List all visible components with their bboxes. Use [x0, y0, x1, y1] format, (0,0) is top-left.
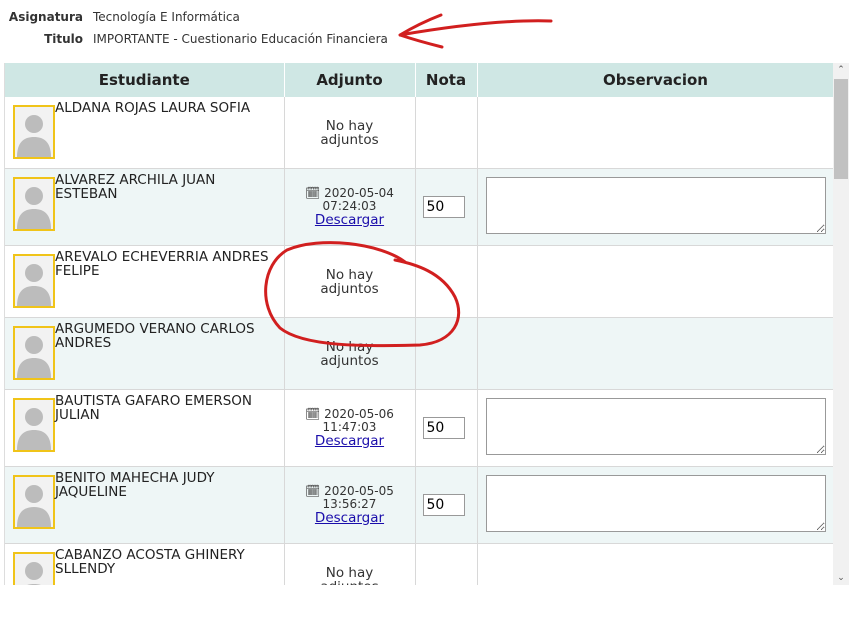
- download-link[interactable]: Descargar: [315, 212, 384, 228]
- observacion-cell: [477, 317, 834, 390]
- nota-cell: [415, 317, 478, 390]
- student-name: BENITO MAHECHA JUDY JAQUELINE: [55, 470, 215, 500]
- scroll-thumb[interactable]: [834, 79, 848, 179]
- grades-table-container[interactable]: Estudiante Adjunto Nota Observacion ALDA…: [4, 63, 834, 585]
- scroll-down-icon[interactable]: ⌄: [837, 574, 845, 583]
- asignatura-value: Tecnología E Informática: [93, 10, 240, 24]
- user-avatar-icon: [13, 398, 55, 452]
- table-row: ALVAREZ ARCHILA JUAN ESTEBAN 🗓 2020-05-0…: [5, 168, 834, 246]
- student-cell: ALVAREZ ARCHILA JUAN ESTEBAN: [5, 169, 284, 245]
- download-link[interactable]: Descargar: [315, 510, 384, 526]
- student-cell: ALDANA ROJAS LAURA SOFIA: [5, 97, 284, 168]
- student-name: ARGUMEDO VERANO CARLOS ANDRES: [55, 321, 255, 351]
- student-cell: BENITO MAHECHA JUDY JAQUELINE: [5, 467, 284, 543]
- observacion-textarea[interactable]: [485, 474, 826, 532]
- calendar-icon: 🗓: [305, 407, 321, 421]
- user-avatar-icon: [13, 326, 55, 380]
- user-avatar-icon: [13, 475, 55, 529]
- attachment-date: 2020-05-04: [324, 186, 394, 200]
- student-cell: ARGUMEDO VERANO CARLOS ANDRES: [5, 318, 284, 389]
- header-adjunto[interactable]: Adjunto: [284, 63, 416, 97]
- student-cell: CABANZO ACOSTA GHINERY SLLENDY: [5, 544, 284, 585]
- observacion-cell: [477, 97, 834, 169]
- nota-input[interactable]: [422, 494, 465, 516]
- asignatura-label: Asignatura: [8, 10, 83, 24]
- nota-cell: [415, 97, 478, 169]
- student-cell: AREVALO ECHEVERRIA ANDRES FELIPE: [5, 246, 284, 317]
- table-row: ARGUMEDO VERANO CARLOS ANDRES No hay adj…: [5, 317, 834, 390]
- header-nota[interactable]: Nota: [415, 63, 478, 97]
- vertical-scrollbar[interactable]: ⌃ ⌄: [833, 63, 849, 585]
- nota-input[interactable]: [422, 196, 465, 218]
- titulo-row: Titulo IMPORTANTE - Cuestionario Educaci…: [0, 31, 388, 47]
- calendar-icon: 🗓: [305, 484, 321, 498]
- student-name: ALVAREZ ARCHILA JUAN ESTEBAN: [55, 172, 216, 202]
- titulo-value: IMPORTANTE - Cuestionario Educación Fina…: [93, 32, 388, 46]
- calendar-icon: 🗓: [305, 186, 321, 200]
- no-attachment-text: No hay adjuntos: [320, 117, 379, 148]
- table-row: CABANZO ACOSTA GHINERY SLLENDY No hay ad…: [5, 543, 834, 586]
- observacion-textarea[interactable]: [485, 176, 826, 234]
- nota-input[interactable]: [422, 417, 465, 439]
- attachment-date: 2020-05-05: [324, 484, 394, 498]
- no-attachment-text: No hay adjuntos: [320, 338, 379, 369]
- student-name: BAUTISTA GAFARO EMERSON JULIAN: [55, 393, 253, 423]
- user-avatar-icon: [13, 177, 55, 231]
- student-name: AREVALO ECHEVERRIA ANDRES FELIPE: [55, 249, 269, 279]
- user-avatar-icon: [13, 254, 55, 308]
- observacion-cell: [477, 245, 834, 318]
- observacion-cell: [477, 543, 834, 585]
- scroll-up-icon[interactable]: ⌃: [837, 66, 845, 75]
- header-estudiante[interactable]: Estudiante: [5, 63, 285, 97]
- header-observacion[interactable]: Observacion: [477, 63, 834, 97]
- table-row: BAUTISTA GAFARO EMERSON JULIAN 🗓 2020-05…: [5, 389, 834, 467]
- observacion-textarea[interactable]: [485, 397, 826, 455]
- assignment-meta: Asignatura Tecnología E Informática Titu…: [0, 0, 861, 60]
- student-cell: BAUTISTA GAFARO EMERSON JULIAN: [5, 390, 284, 466]
- download-link[interactable]: Descargar: [315, 433, 384, 449]
- table-row: AREVALO ECHEVERRIA ANDRES FELIPE No hay …: [5, 245, 834, 318]
- table-row: ALDANA ROJAS LAURA SOFIA No hay adjuntos: [5, 97, 834, 169]
- grades-table: Estudiante Adjunto Nota Observacion ALDA…: [5, 63, 834, 585]
- asignatura-row: Asignatura Tecnología E Informática: [0, 9, 240, 25]
- attachment-date: 2020-05-06: [324, 407, 394, 421]
- nota-cell: [415, 543, 478, 585]
- student-name: CABANZO ACOSTA GHINERY SLLENDY: [55, 547, 245, 577]
- nota-cell: [415, 245, 478, 318]
- titulo-label: Titulo: [44, 32, 83, 46]
- user-avatar-icon: [13, 105, 55, 159]
- no-attachment-text: No hay adjuntos: [320, 564, 378, 586]
- table-row: BENITO MAHECHA JUDY JAQUELINE 🗓 2020-05-…: [5, 466, 834, 544]
- user-avatar-icon: [13, 552, 55, 585]
- no-attachment-text: No hay adjuntos: [320, 266, 379, 297]
- student-name: ALDANA ROJAS LAURA SOFIA: [55, 100, 251, 116]
